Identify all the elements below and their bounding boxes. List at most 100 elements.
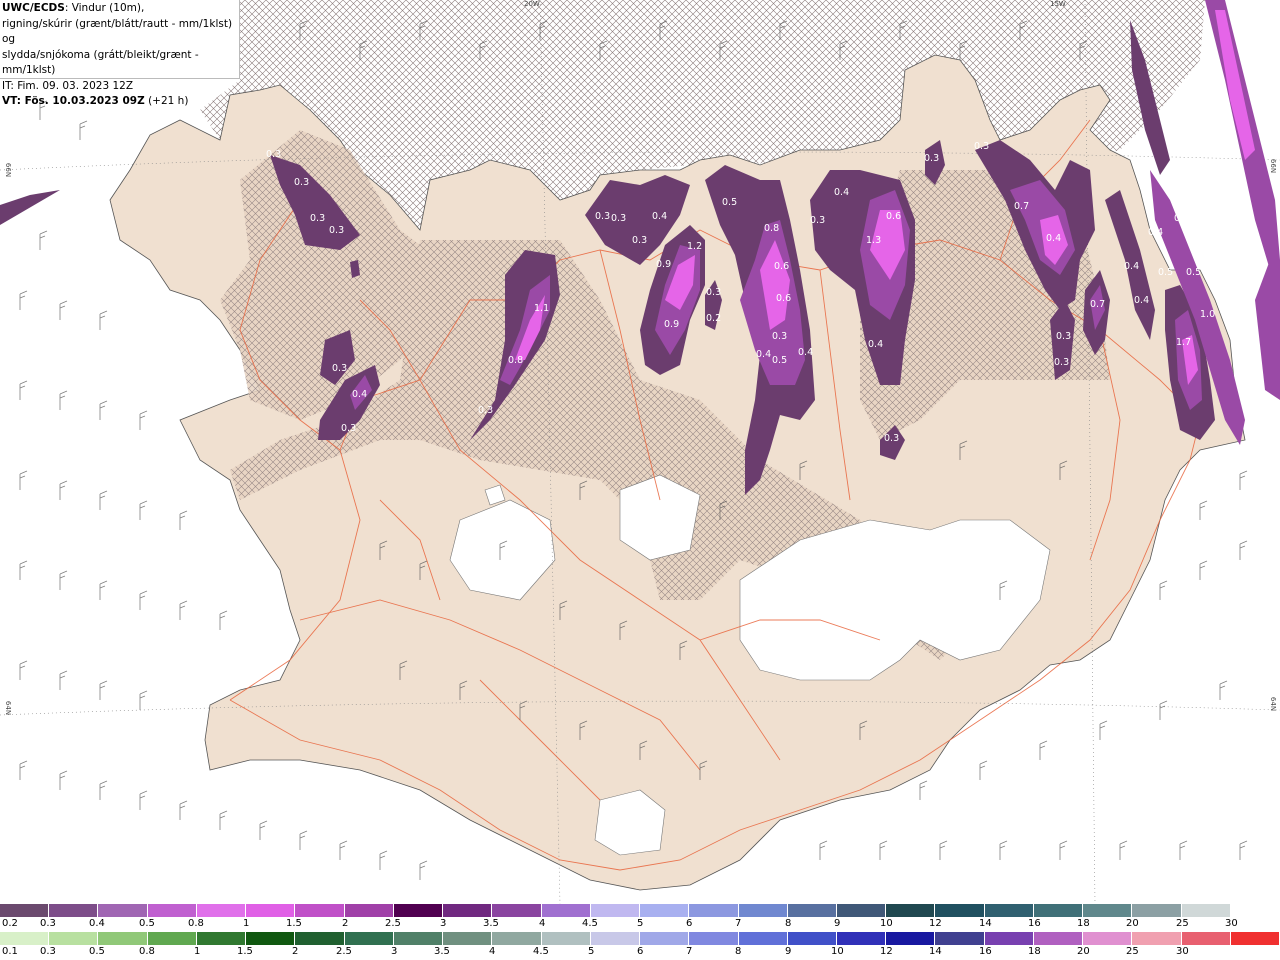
precip-label: 1.0	[1200, 309, 1215, 320]
scale-swatch	[1230, 904, 1280, 917]
info-line-5: VT: Fös. 10.03.2023 09Z (+21 h)	[2, 94, 237, 110]
precip-label: 0.3	[332, 363, 347, 374]
scale-tick-label: 18	[1077, 918, 1090, 929]
info-line-3: slydda/snjókoma (grátt/bleikt/grænt - mm…	[2, 48, 199, 77]
scale-swatch	[886, 932, 936, 945]
scale-swatch	[196, 904, 247, 917]
scale-tick-label: 25	[1176, 918, 1189, 929]
precip-label: 0.3	[706, 287, 721, 298]
scale-tick-label: 0.8	[188, 918, 204, 929]
grid-label-64n-left: 64N	[4, 700, 13, 716]
rain-scale-ticks: 0.1 0.3 0.5 0.8 1 1.5 2 2.5 3 3.5 4 4.5 5 6 7 8 9 10 12 14 1…	[0, 946, 1280, 959]
scale-tick-label: 30	[1176, 946, 1189, 957]
scale-tick-label: 0.5	[139, 918, 155, 929]
scale-tick-label: 2.5	[336, 946, 352, 957]
valid-time: VT: Fös. 10.03.2023 09Z	[2, 95, 145, 107]
scale-swatch	[1033, 932, 1084, 945]
precip-label: 1.7	[1176, 337, 1191, 348]
scale-tick-label: 12	[880, 946, 893, 957]
scale-tick-label: 5	[588, 946, 595, 957]
scale-tick-label: 6	[637, 946, 644, 957]
scale-swatch	[738, 932, 788, 945]
scale-swatch	[1181, 932, 1231, 945]
scale-tick-label: 3	[440, 918, 447, 929]
precip-label: 0.4	[1046, 233, 1061, 244]
info-line-1: UWC/ECDS: Vindur (10m),	[2, 1, 237, 17]
scale-swatch	[443, 904, 493, 917]
scale-swatch	[590, 932, 641, 945]
scale-swatch	[98, 904, 148, 917]
precip-label: 0.3	[266, 149, 281, 160]
scale-tick-label: 10	[831, 946, 844, 957]
scale-tick-label: 9	[785, 946, 792, 957]
scale-swatch	[443, 932, 493, 945]
precip-label: 0.3	[611, 213, 626, 224]
precip-label: 0.3	[1054, 357, 1069, 368]
precip-label: 0.5	[1158, 267, 1173, 278]
scale-swatch	[787, 904, 837, 917]
scale-swatch	[246, 932, 296, 945]
precip-label: 0.3	[772, 331, 787, 342]
scale-swatch	[0, 904, 50, 917]
scale-swatch	[689, 932, 739, 945]
scale-swatch	[935, 932, 985, 945]
scale-swatch	[98, 932, 148, 945]
rain-color-scale	[0, 932, 1280, 945]
scale-tick-label: 20	[1077, 946, 1090, 957]
scale-tick-label: 16	[979, 946, 992, 957]
scale-tick-label: 1	[194, 946, 201, 957]
scale-tick-label: 20	[1126, 918, 1139, 929]
precip-label: 1.3	[866, 235, 881, 246]
scale-swatch	[393, 904, 444, 917]
precip-label: 0.9	[656, 259, 671, 270]
weather-map: 0.3 0.3 0.3 0.3 0.4 0.3 0.3 1.1 0.8 0.3 …	[0, 0, 1280, 905]
scale-swatch	[1181, 904, 1231, 917]
scale-swatch	[984, 932, 1034, 945]
precip-label: 0.7	[1014, 201, 1029, 212]
precip-label: 0.3	[924, 153, 939, 164]
info-initial-time: IT: Fim. 09. 03. 2023 12Z	[2, 79, 134, 92]
precip-label: 0.3	[294, 177, 309, 188]
precip-label: 0.3	[310, 213, 325, 224]
scale-swatch	[393, 932, 444, 945]
scale-tick-label: 8	[735, 946, 742, 957]
grid-label-66n-right: 66N	[1269, 158, 1278, 174]
scale-tick-label: 4	[539, 918, 546, 929]
scale-tick-label: 0.1	[2, 946, 18, 957]
scale-swatch	[1132, 932, 1182, 945]
precip-label: 0.8	[764, 223, 779, 234]
precip-label: 1.1	[534, 303, 549, 314]
scale-swatch	[295, 904, 345, 917]
scale-tick-label: 0.8	[139, 946, 155, 957]
scale-swatch	[689, 904, 739, 917]
map-canvas: 0.3 0.3 0.3 0.3 0.4 0.3 0.3 1.1 0.8 0.3 …	[0, 0, 1280, 905]
precip-label: 0.9	[664, 319, 679, 330]
grid-label-20w: 20W	[524, 0, 540, 8]
scale-swatch	[49, 932, 99, 945]
scale-tick-label: 3.5	[483, 918, 499, 929]
scale-tick-label: 0.4	[89, 918, 105, 929]
precip-label: 0.8	[508, 355, 523, 366]
precip-label: 0.4	[756, 349, 771, 360]
scale-swatch	[1083, 932, 1133, 945]
precip-label: 0.5	[722, 197, 737, 208]
scale-tick-label: 0.3	[40, 918, 56, 929]
scale-swatch	[836, 932, 887, 945]
precip-label: 0.3	[974, 141, 989, 152]
precip-label: 0.5	[772, 355, 787, 366]
scale-tick-label: 4.5	[582, 918, 598, 929]
parameter-wind: : Vindur (10m),	[64, 2, 145, 14]
scale-tick-label: 4	[489, 946, 496, 957]
scale-tick-label: 2	[292, 946, 299, 957]
snow-scale-ticks: 0.2 0.3 0.4 0.5 0.8 1 1.5 2 2.5 3 3.5 4 4.5 5 6 7 8 9 10 12…	[0, 918, 1280, 931]
precip-label: 0.6	[776, 293, 791, 304]
scale-tick-label: 0.5	[89, 946, 105, 957]
scale-swatch	[738, 904, 788, 917]
scale-tick-label: 14	[979, 918, 992, 929]
scale-swatch	[147, 904, 197, 917]
snow-color-scale	[0, 904, 1280, 917]
scale-swatch	[0, 932, 50, 945]
precip-label: 0.3	[632, 235, 647, 246]
lead-time: (+21 h)	[144, 95, 189, 107]
grid-label-15w: 15W	[1050, 0, 1066, 8]
